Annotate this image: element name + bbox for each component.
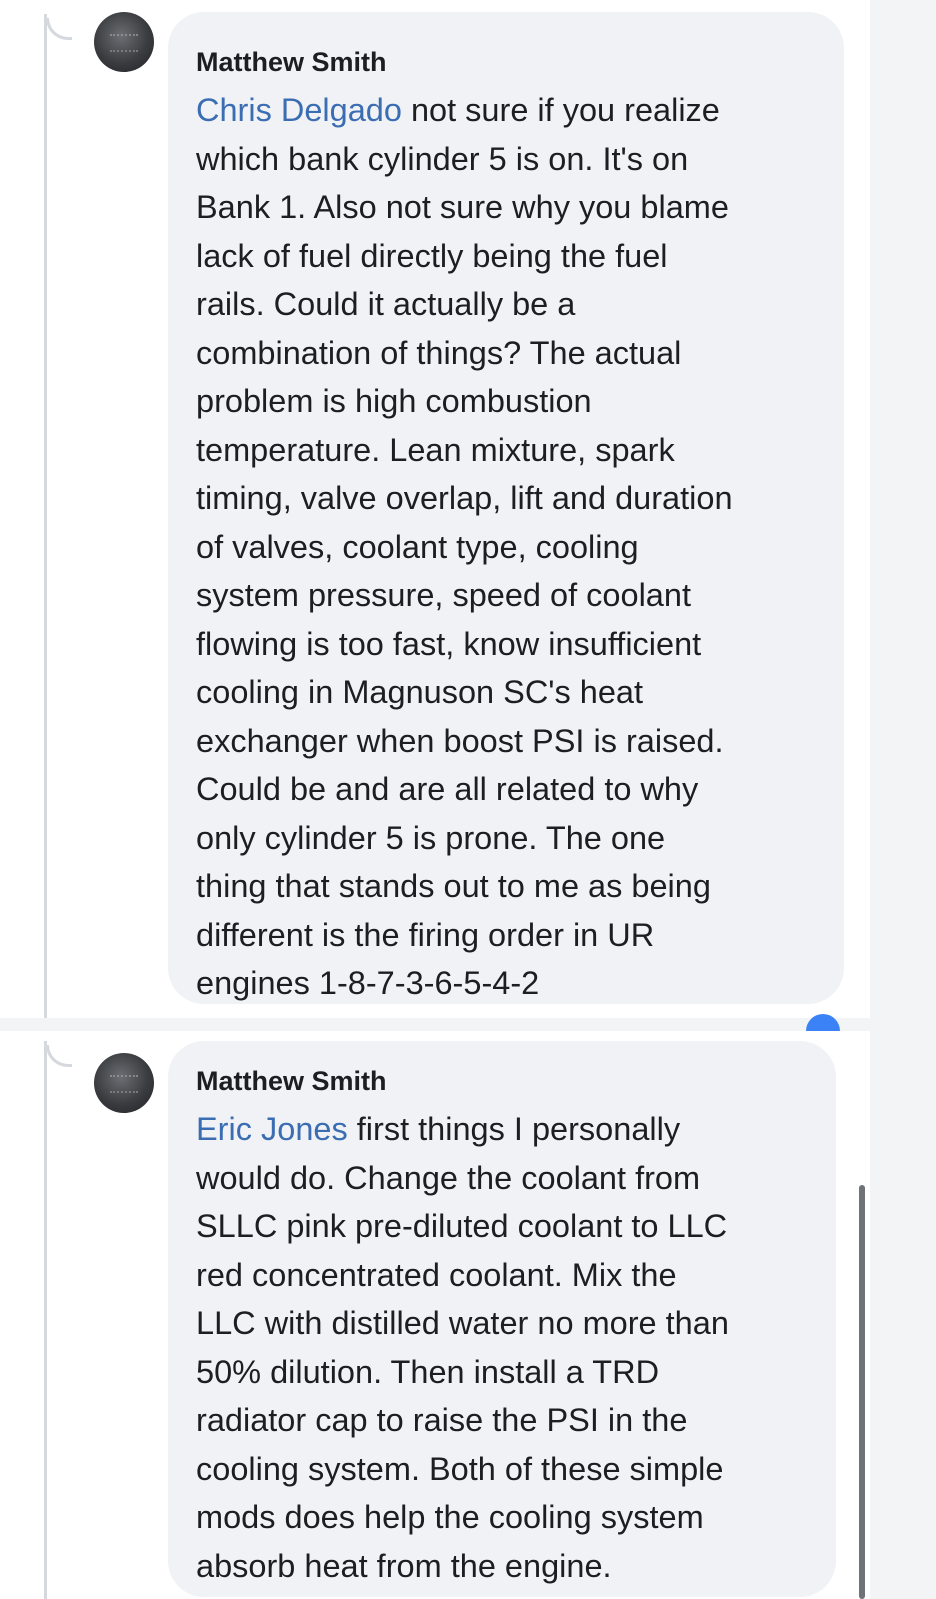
- comment-text-line: mods does help the cooling system: [196, 1499, 704, 1535]
- comment-text-line: system pressure, speed of coolant: [196, 577, 691, 613]
- mention-link[interactable]: Chris Delgado: [196, 92, 402, 128]
- comment-text-line: temperature. Lean mixture, spark: [196, 431, 675, 468]
- comment-text-line: would do. Change the coolant from: [196, 1159, 701, 1196]
- comment-author[interactable]: Matthew Smith: [196, 1057, 808, 1105]
- comment-first-line: Chris Delgado not sure if you realize: [196, 86, 816, 135]
- thread-line: [44, 14, 47, 1018]
- comment-author[interactable]: Matthew Smith: [196, 38, 816, 86]
- comment-text-line: exchanger when boost PSI is raised.: [196, 722, 724, 759]
- comment-text-line: LLC with distilled water no more than: [196, 1305, 729, 1341]
- comment-text-line: of valves, coolant type, cooling: [196, 528, 639, 565]
- comment-thread-2: Matthew Smith Eric Jones first things I …: [0, 1031, 870, 1599]
- comment-text-line: engines 1-8-7-3-6-5-4-2: [196, 965, 540, 1001]
- comment-text-line: 50% dilution. Then install a TRD: [196, 1353, 660, 1390]
- comment-text-line: flowing is too fast, know insufficient: [196, 625, 702, 662]
- comment-first-line: Eric Jones first things I personally: [196, 1105, 808, 1154]
- comment-text-line: thing that stands out to me as being: [196, 868, 711, 904]
- scrollbar[interactable]: [859, 1185, 865, 1599]
- reply-connector: [46, 18, 72, 40]
- comment-text-line: cooling in Magnuson SC's heat: [196, 674, 644, 710]
- thread-line: [44, 1041, 47, 1599]
- comment-text-line: which bank cylinder 5 is on. It's on: [196, 140, 689, 177]
- comment-text: first things I personally: [347, 1111, 681, 1147]
- comment-text-line: SLLC pink pre-diluted coolant to LLC: [196, 1208, 728, 1244]
- comment-text-line: only cylinder 5 is prone. The one: [196, 819, 666, 856]
- comment-text-line: problem is high combustion: [196, 383, 592, 419]
- comment-text: not sure if you realize: [401, 92, 720, 128]
- comment-body: which bank cylinder 5 is on. It's on Bank…: [196, 135, 816, 1008]
- mention-link[interactable]: Eric Jones: [196, 1111, 348, 1147]
- comment-thread-1: Matthew Smith Chris Delgado not sure if …: [0, 0, 870, 1018]
- comment-text-line: Could be and are all related to why: [196, 771, 699, 807]
- comment-text-line: rails. Could it actually be a: [196, 286, 576, 322]
- comment-text-line: timing, valve overlap, lift and duration: [196, 480, 733, 516]
- comment-text-line: lack of fuel directly being the fuel: [196, 237, 668, 274]
- comment-bubble[interactable]: Matthew Smith Chris Delgado not sure if …: [168, 12, 844, 1004]
- comment-text-line: combination of things? The actual: [196, 334, 682, 371]
- comment-body: would do. Change the coolant from SLLC pi…: [196, 1154, 808, 1591]
- comment-text-line: radiator cap to raise the PSI in the: [196, 1402, 688, 1438]
- reply-connector: [46, 1045, 72, 1067]
- avatar[interactable]: [94, 1053, 154, 1113]
- comment-text-line: absorb heat from the engine.: [196, 1547, 612, 1584]
- comment-text-line: cooling system. Both of these simple: [196, 1450, 724, 1487]
- comment-text-line: red concentrated coolant. Mix the: [196, 1256, 677, 1293]
- avatar[interactable]: [94, 12, 154, 72]
- comment-bubble[interactable]: Matthew Smith Eric Jones first things I …: [168, 1041, 836, 1597]
- comment-text-line: different is the firing order in UR: [196, 916, 655, 953]
- comment-text-line: Bank 1. Also not sure why you blame: [196, 189, 729, 225]
